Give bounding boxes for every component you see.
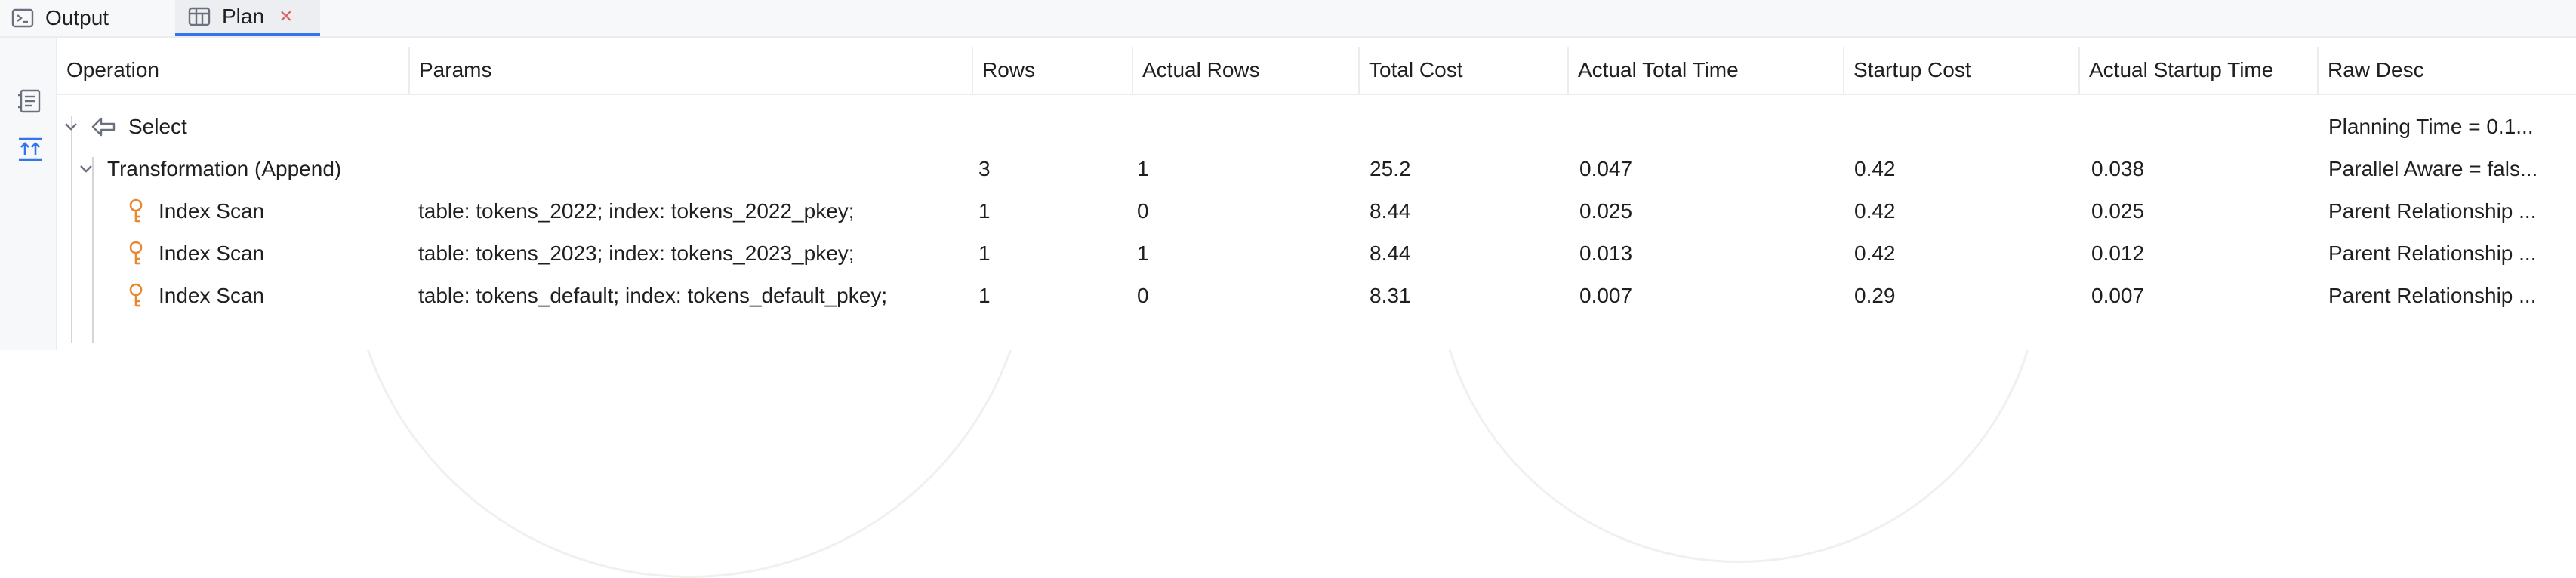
total-cost-cell: 8.31	[1370, 284, 1411, 307]
table-row[interactable]: Select Planning Time = 0.1...	[57, 106, 2576, 148]
actual-startup-time-cell: 0.025	[2091, 199, 2145, 223]
table-row[interactable]: Index Scan table: tokens_2023; index: to…	[57, 232, 2576, 275]
startup-cost-cell: 0.42	[1854, 157, 1896, 180]
table-row[interactable]: Index Scan table: tokens_2022; index: to…	[57, 190, 2576, 232]
tab-plan[interactable]: Plan ×	[175, 0, 320, 36]
rows-cell: 1	[978, 199, 991, 223]
operation-cell: Index Scan	[159, 199, 265, 223]
rows-cell: 1	[978, 241, 991, 265]
actual-rows-cell: 0	[1137, 199, 1149, 223]
chevron-down-icon[interactable]	[77, 148, 95, 190]
table-icon	[187, 5, 211, 29]
table-row[interactable]: Index Scan table: tokens_default; index:…	[57, 275, 2576, 317]
actual-rows-cell: 1	[1137, 241, 1149, 265]
rows-cell: 3	[978, 157, 991, 180]
column-header-actual-total-time[interactable]: Actual Total Time	[1569, 47, 1844, 94]
key-icon	[127, 275, 145, 317]
left-toolbar	[0, 38, 57, 350]
actual-startup-time-cell: 0.007	[2091, 284, 2145, 307]
grid-header: Operation Params Rows Actual Rows Total …	[57, 47, 2576, 95]
operation-cell: Select	[128, 115, 187, 138]
operation-cell: Index Scan	[159, 241, 265, 265]
column-header-total-cost[interactable]: Total Cost	[1360, 47, 1569, 94]
params-cell: table: tokens_default; index: tokens_def…	[418, 284, 888, 307]
column-header-raw-desc[interactable]: Raw Desc	[2319, 47, 2576, 94]
explain-plan-icon[interactable]	[15, 86, 45, 116]
key-icon	[127, 232, 145, 275]
raw-desc-cell: Parent Relationship ...	[2328, 199, 2537, 223]
column-header-params[interactable]: Params	[410, 47, 973, 94]
raw-desc-cell: Parent Relationship ...	[2328, 284, 2537, 307]
actual-startup-time-cell: 0.038	[2091, 157, 2145, 180]
tab-bar: Output Plan ×	[0, 0, 2576, 38]
params-cell: table: tokens_2022; index: tokens_2022_p…	[418, 199, 855, 223]
total-cost-cell: 8.44	[1370, 199, 1411, 223]
raw-desc-cell: Parent Relationship ...	[2328, 241, 2537, 265]
total-cost-cell: 25.2	[1370, 157, 1411, 180]
operation-cell: Index Scan	[159, 284, 265, 307]
actual-total-time-cell: 0.013	[1579, 241, 1633, 265]
console-icon	[11, 6, 35, 30]
params-cell: table: tokens_2023; index: tokens_2023_p…	[418, 241, 855, 265]
actual-startup-time-cell: 0.012	[2091, 241, 2145, 265]
actual-total-time-cell: 0.007	[1579, 284, 1633, 307]
column-header-rows[interactable]: Rows	[973, 47, 1133, 94]
column-header-startup-cost[interactable]: Startup Cost	[1844, 47, 2080, 94]
table-row[interactable]: Transformation (Append) 3 1 25.2 0.047 0…	[57, 148, 2576, 190]
actual-total-time-cell: 0.047	[1579, 157, 1633, 180]
rows-cell: 1	[978, 284, 991, 307]
column-header-actual-startup-time[interactable]: Actual Startup Time	[2080, 47, 2319, 94]
column-header-operation[interactable]: Operation	[57, 47, 410, 94]
actual-rows-cell: 1	[1137, 157, 1149, 180]
raw-desc-cell: Parallel Aware = fals...	[2328, 157, 2538, 180]
close-icon[interactable]: ×	[279, 5, 293, 28]
tab-plan-label: Plan	[222, 5, 265, 28]
key-icon	[127, 190, 145, 232]
startup-cost-cell: 0.42	[1854, 241, 1896, 265]
column-header-actual-rows[interactable]: Actual Rows	[1133, 47, 1360, 94]
plan-grid: Operation Params Rows Actual Rows Total …	[57, 38, 2576, 350]
actual-rows-cell: 0	[1137, 284, 1149, 307]
actual-total-time-cell: 0.025	[1579, 199, 1633, 223]
raw-desc-cell: Planning Time = 0.1...	[2328, 115, 2534, 138]
operation-cell: Transformation (Append)	[107, 157, 342, 180]
chevron-down-icon[interactable]	[62, 106, 80, 148]
select-arrow-icon	[91, 106, 116, 148]
tab-output-label: Output	[45, 6, 109, 29]
total-cost-cell: 8.44	[1370, 241, 1411, 265]
startup-cost-cell: 0.29	[1854, 284, 1896, 307]
startup-cost-cell: 0.42	[1854, 199, 1896, 223]
tab-output[interactable]: Output	[11, 0, 169, 36]
expand-all-icon[interactable]	[15, 134, 45, 164]
